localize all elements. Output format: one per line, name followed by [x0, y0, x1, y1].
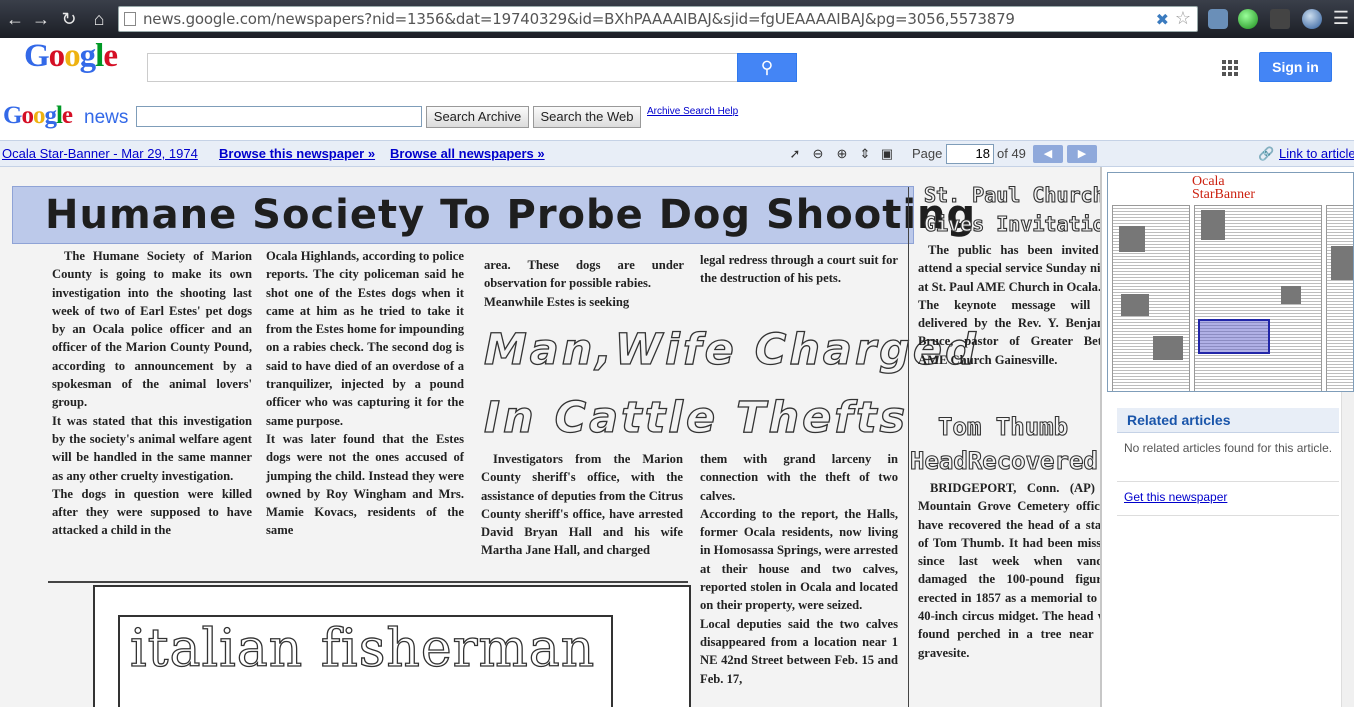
gear-extension-icon[interactable]	[1270, 9, 1290, 29]
back-arrow-icon[interactable]: ←	[4, 8, 26, 30]
browser-toolbar: ← → ↻ ⌂ news.google.com/newspapers?nid=1…	[0, 0, 1354, 38]
cattle-headline-line1: Man,Wife Charged	[483, 324, 979, 375]
zoom-in-icon[interactable]: ⊕	[834, 146, 850, 162]
globe-extension-icon[interactable]	[1302, 9, 1322, 29]
get-this-newspaper-link[interactable]: Get this newspaper	[1124, 490, 1227, 504]
browse-this-newspaper-link[interactable]: Browse this newspaper »	[219, 146, 375, 161]
address-bar[interactable]: news.google.com/newspapers?nid=1356&dat=…	[118, 6, 1198, 32]
thumbnail-page-18[interactable]	[1194, 205, 1322, 391]
tom-thumb-article: BRIDGEPORT, Conn. (AP) — Mountain Grove …	[918, 481, 1102, 660]
green-extension-icon[interactable]	[1238, 9, 1258, 29]
page-count: of 49	[997, 146, 1026, 161]
google-search-input[interactable]	[147, 53, 737, 82]
article-column-1: The Humane Society of Marion County is g…	[52, 249, 252, 538]
cattle-article-column-1: Investigators from the Marion County she…	[481, 452, 683, 558]
church-article: The public has been invited to attend a …	[918, 243, 1102, 367]
zoom-out-icon[interactable]: ⊖	[810, 146, 826, 162]
forward-arrow-icon[interactable]: →	[30, 8, 52, 30]
page-thumbnail-navigator[interactable]: Ocala StarBanner	[1107, 172, 1354, 392]
thumbnail-masthead: Ocala StarBanner	[1192, 174, 1255, 202]
bookmark-star-icon[interactable]: ☆	[1175, 8, 1191, 29]
no-related-message: No related articles found for this artic…	[1124, 441, 1333, 455]
browse-all-newspapers-link[interactable]: Browse all newspapers »	[390, 146, 545, 161]
link-chain-icon: 🔗	[1258, 146, 1275, 161]
column-divider	[908, 187, 909, 707]
next-page-button[interactable]: ▶	[1067, 145, 1097, 163]
divider	[1117, 481, 1339, 482]
search-archive-button[interactable]: Search Archive	[426, 106, 529, 128]
link-to-article-link[interactable]: Link to article	[1279, 146, 1354, 161]
search-icon: ⚲	[760, 58, 774, 77]
divider	[1117, 515, 1339, 516]
thumbnail-page-19[interactable]	[1326, 205, 1353, 391]
church-headline-line2: Gives Invitation	[923, 211, 1102, 236]
archive-search-input[interactable]	[136, 106, 422, 127]
url-text[interactable]: news.google.com/newspapers?nid=1356&dat=…	[143, 10, 1015, 28]
cloud-extension-icon[interactable]	[1208, 9, 1228, 29]
clip-icon[interactable]: ➚	[787, 146, 803, 162]
news-label: news	[84, 107, 129, 128]
previous-page-icon: ◀	[1043, 148, 1053, 160]
menu-icon[interactable]: ☰	[1330, 7, 1352, 29]
reload-icon[interactable]: ↻	[58, 8, 80, 30]
article-column-2: Ocala Highlands, according to police rep…	[266, 249, 464, 538]
previous-page-button[interactable]: ◀	[1033, 145, 1063, 163]
page-number-input[interactable]: 18	[946, 144, 994, 164]
side-panel-scrollbar[interactable]	[1341, 392, 1354, 707]
next-page-icon: ▶	[1077, 148, 1087, 160]
translate-icon[interactable]: ✖	[1156, 10, 1169, 30]
page-icon	[124, 12, 136, 26]
apps-grid-icon[interactable]	[1222, 60, 1238, 76]
search-web-button[interactable]: Search the Web	[533, 106, 641, 128]
fullscreen-icon[interactable]: ▣	[879, 146, 895, 162]
page-label: Page	[912, 146, 943, 161]
tom-thumb-headline-line2: HeadRecovered	[909, 446, 1098, 475]
article-headline: Humane Society To Probe Dog Shooting	[12, 186, 975, 244]
search-button[interactable]: ⚲	[737, 53, 797, 82]
viewport-indicator[interactable]	[1198, 319, 1270, 354]
sign-in-button[interactable]: Sign in	[1259, 52, 1332, 82]
tom-thumb-headline-line1: Tom Thumb	[937, 412, 1069, 441]
archive-search-help-link[interactable]: Archive Search Help	[647, 106, 738, 117]
cattle-article-column-2: them with grand larceny in connection wi…	[700, 452, 898, 686]
viewer-toolbar: Ocala Star-Banner - Mar 29, 1974 Browse …	[0, 140, 1354, 167]
google-news-logo[interactable]: Google	[3, 102, 73, 130]
article-column-3: area. These dogs are under observation f…	[484, 258, 684, 309]
newspaper-page-viewer[interactable]: Humane Society To Probe Dog Shooting The…	[0, 167, 1102, 707]
article-column-4: legal redress through a court suit for t…	[700, 253, 898, 286]
news-search-bar: Google news Search Archive Search the We…	[0, 98, 1354, 140]
home-icon[interactable]: ⌂	[88, 8, 110, 30]
column-rule	[48, 581, 688, 583]
cattle-headline-line2: In Cattle Thefts	[483, 392, 909, 443]
google-header: Google ⚲ Sign in	[0, 38, 1354, 98]
advertisement-text: italian fisherman	[129, 618, 596, 679]
fit-height-icon[interactable]: ⇕	[857, 146, 873, 162]
google-logo[interactable]: Google	[24, 38, 118, 75]
newspaper-issue-link[interactable]: Ocala Star-Banner - Mar 29, 1974	[2, 146, 198, 161]
related-articles-header: Related articles	[1117, 408, 1339, 433]
church-headline-line1: St. Paul Church	[923, 182, 1102, 207]
thumbnail-page-17[interactable]	[1112, 205, 1190, 391]
